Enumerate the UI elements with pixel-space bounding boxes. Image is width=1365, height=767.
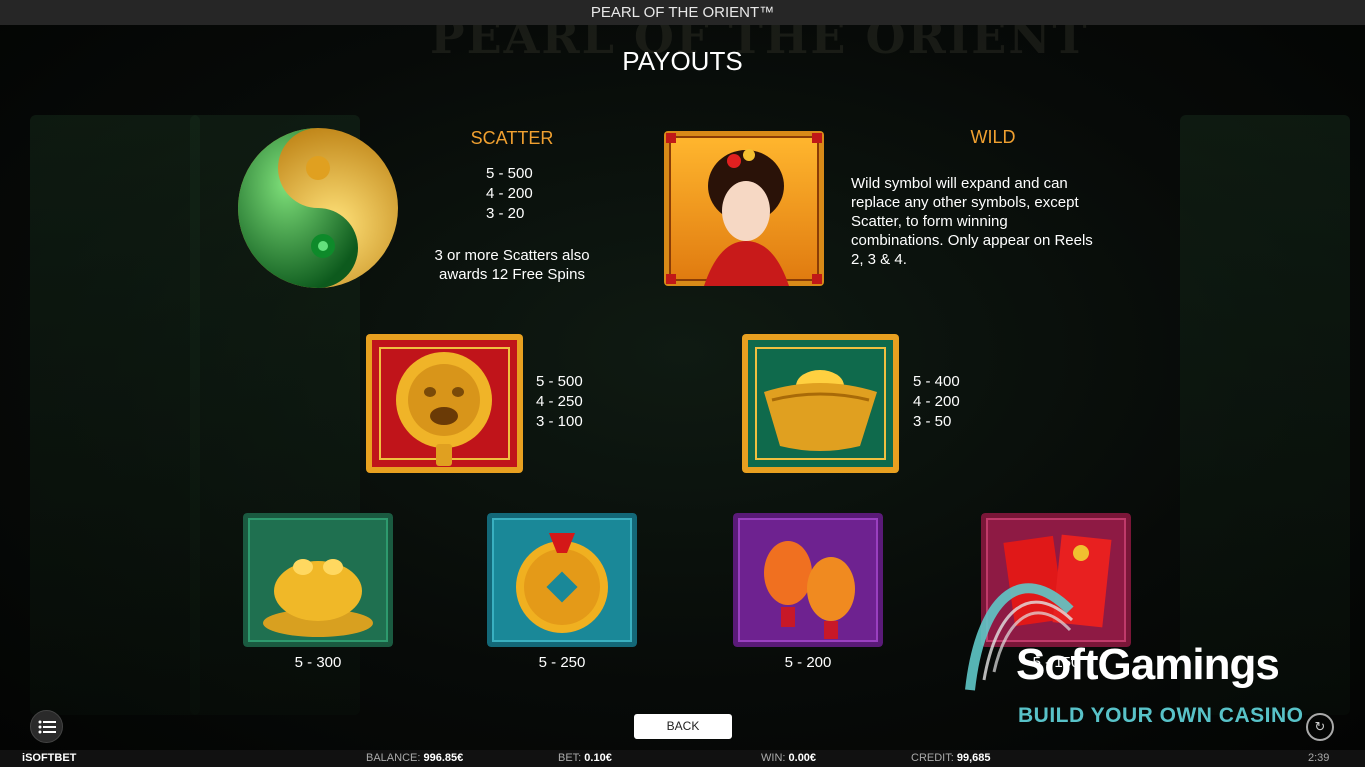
pay-line: 4 - 200 [486, 185, 533, 202]
gold-ingot-symbol [742, 334, 899, 473]
scatter-symbol [228, 126, 408, 291]
pay-line: 5 - 500 [536, 373, 583, 390]
lion-pays: 5 - 500 4 - 250 3 - 100 [536, 372, 583, 432]
win: WIN: 0.00€ [761, 752, 817, 764]
bg-reel [30, 115, 200, 715]
pay-line: 4 - 250 [536, 393, 583, 410]
pay-line: 5 - 400 [913, 373, 960, 390]
pay-line: 3 - 50 [913, 413, 952, 430]
bet: BET: 0.10€ [558, 752, 612, 764]
window-title: PEARL OF THE ORIENT™ [0, 0, 1365, 25]
pay-line: 4 - 200 [913, 393, 960, 410]
scatter-note: 3 or more Scatters also awards 12 Free S… [434, 247, 590, 283]
toad-symbol [243, 513, 393, 647]
toad-pay: 5 - 300 [294, 654, 342, 671]
pay-line: 5 - 500 [486, 165, 533, 182]
lion-symbol [366, 334, 523, 473]
watermark-name: SoftGamings [1016, 640, 1280, 689]
brand-logo: iSOFTBET [22, 752, 77, 764]
menu-icon [38, 720, 56, 733]
ingot-pays: 5 - 400 4 - 200 3 - 50 [913, 372, 960, 432]
page-title: PAYOUTS [622, 46, 743, 76]
quickspin-icon: ↻ [1314, 719, 1326, 734]
coin-symbol [487, 513, 637, 647]
credit: CREDIT: 99,685 [911, 752, 991, 764]
lanterns-symbol [733, 513, 883, 647]
status-bar: iSOFTBET BALANCE: 996.85€ BET: 0.10€ WIN… [0, 750, 1365, 767]
wild-description: Wild symbol will expand and can replace … [851, 175, 1093, 268]
back-button[interactable]: BACK [634, 714, 732, 739]
clock: 2:39 [1308, 752, 1330, 764]
pay-line: 3 - 20 [486, 205, 525, 222]
menu-button[interactable] [30, 710, 63, 743]
coin-pay: 5 - 250 [538, 654, 586, 671]
wild-label: WILD [970, 127, 1016, 147]
lanterns-pay: 5 - 200 [784, 654, 832, 671]
pay-line: 3 - 100 [536, 413, 583, 430]
scatter-pays: 5 - 500 4 - 200 3 - 20 [486, 164, 533, 224]
wild-symbol [664, 131, 824, 286]
watermark-tagline: BUILD YOUR OWN CASINO [1018, 704, 1304, 727]
balance: BALANCE: 996.85€ [366, 752, 464, 764]
quickspin-button[interactable]: ↻ [1306, 713, 1334, 741]
scatter-label: SCATTER [470, 128, 554, 148]
